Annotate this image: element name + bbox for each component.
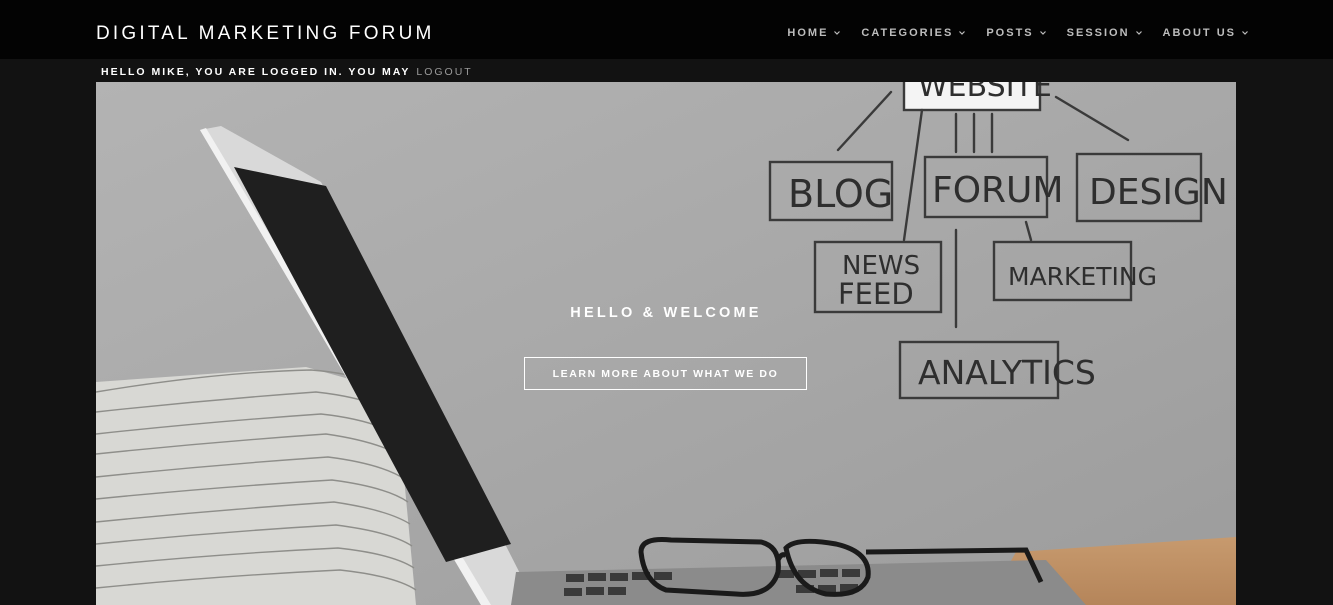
site-brand[interactable]: DIGITAL MARKETING FORUM — [96, 22, 435, 46]
sketch-label-blog: BLOG — [788, 172, 893, 216]
nav-item-label: ABOUT US — [1162, 27, 1236, 39]
hero-background-image: WEBSITE BLOG FORUM DESIGN NEWS FEED MARK… — [96, 82, 1236, 605]
sketch-label-analytics: ANALYTICS — [918, 353, 1096, 392]
chevron-down-icon — [1242, 31, 1248, 35]
logout-link[interactable]: LOGOUT — [416, 66, 472, 78]
nav-item-label: POSTS — [986, 27, 1034, 39]
nav-item-session[interactable]: SESSION — [1067, 25, 1143, 41]
login-status-bar: HELLO MIKE, YOU ARE LOGGED IN. YOU MAY LO… — [101, 66, 473, 79]
nav-item-about-us[interactable]: ABOUT US — [1163, 25, 1249, 41]
learn-more-button[interactable]: LEARN MORE ABOUT WHAT WE DO — [524, 357, 807, 390]
nav-item-label: HOME — [787, 27, 829, 39]
top-navbar: DIGITAL MARKETING FORUM HOME CATEGORIES … — [0, 0, 1333, 59]
sketch-label-design: DESIGN — [1089, 172, 1228, 213]
hero-title: HELLO & WELCOME — [570, 305, 762, 321]
sketch-label-marketing: MARKETING — [1008, 262, 1157, 291]
hero-banner: WEBSITE BLOG FORUM DESIGN NEWS FEED MARK… — [96, 82, 1236, 605]
sketch-label-website: WEBSITE — [918, 82, 1052, 104]
login-greeting: HELLO MIKE, YOU ARE LOGGED IN. YOU MAY — [101, 66, 411, 78]
chevron-down-icon — [1135, 31, 1142, 35]
nav-item-posts[interactable]: POSTS — [986, 25, 1046, 41]
nav-item-label: SESSION — [1066, 27, 1130, 39]
chevron-down-icon — [1039, 31, 1046, 35]
main-nav: HOME CATEGORIES POSTS SESSION ABOUT US — [767, 25, 1249, 41]
nav-item-home[interactable]: HOME — [787, 25, 841, 41]
chevron-down-icon — [959, 31, 966, 35]
sketch-label-forum: FORUM — [932, 170, 1063, 211]
nav-item-categories[interactable]: CATEGORIES — [861, 25, 966, 41]
chevron-down-icon — [834, 31, 841, 35]
nav-item-label: CATEGORIES — [861, 27, 954, 39]
